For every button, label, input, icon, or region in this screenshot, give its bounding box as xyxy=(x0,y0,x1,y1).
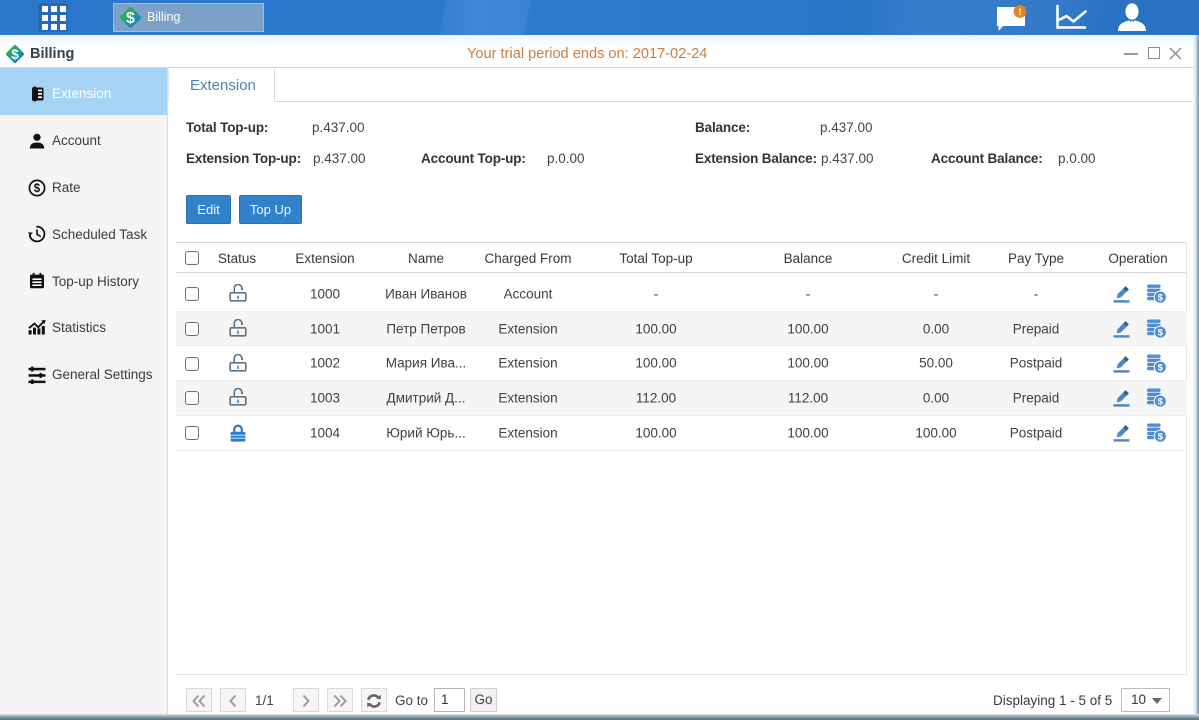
svg-text:$: $ xyxy=(1158,397,1164,408)
svg-text:$: $ xyxy=(11,47,19,62)
svg-text:$: $ xyxy=(1158,432,1164,443)
svg-text:$: $ xyxy=(34,183,41,195)
svg-text:$: $ xyxy=(1158,327,1164,338)
svg-text:$: $ xyxy=(1158,362,1164,373)
svg-text:!: ! xyxy=(1018,7,1021,18)
svg-text:$: $ xyxy=(1158,293,1164,304)
svg-text:$: $ xyxy=(126,10,135,27)
